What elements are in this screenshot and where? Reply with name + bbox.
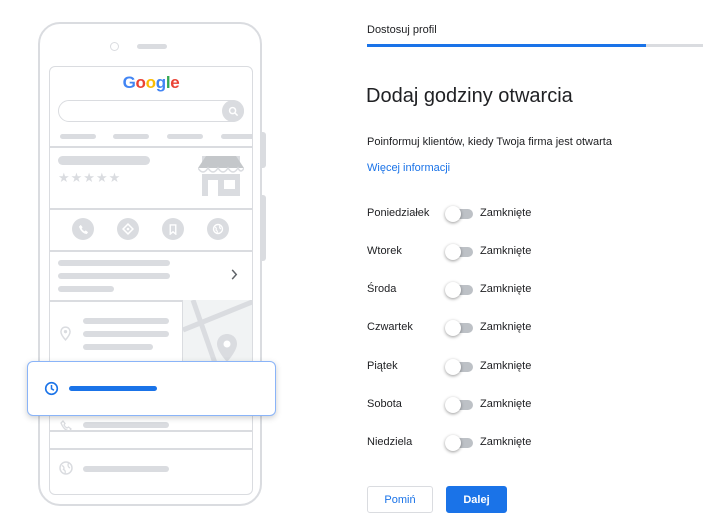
placeholder-line: [83, 318, 169, 324]
toggle-knob: [445, 397, 461, 413]
bookmark-icon: [162, 218, 184, 240]
logo-letter: g: [155, 73, 166, 92]
day-row-monday: Poniedziałek Zamknięte: [367, 203, 707, 225]
day-status: Zamknięte: [480, 321, 532, 333]
day-row-sunday: Niedziela Zamknięte: [367, 432, 707, 454]
phone-side-button: [261, 195, 266, 261]
day-toggle-switch[interactable]: [445, 206, 473, 222]
placeholder-line: [58, 273, 170, 279]
storefront-icon: [197, 154, 245, 203]
illustration-tab: [167, 134, 203, 139]
day-toggle-switch[interactable]: [445, 320, 473, 336]
day-label: Wtorek: [367, 245, 402, 257]
phone-side-button: [261, 132, 266, 168]
chevron-right-icon: [230, 267, 238, 285]
progress-fill: [367, 44, 646, 47]
search-icon: [222, 100, 244, 122]
globe-icon: [59, 461, 73, 480]
day-label: Sobota: [367, 398, 402, 410]
divider: [50, 208, 252, 210]
day-status: Zamknięte: [480, 436, 532, 448]
illustration-search-bar: [58, 100, 244, 122]
placeholder-line: [58, 286, 114, 292]
toggle-knob: [445, 206, 461, 222]
day-status: Zamknięte: [480, 245, 532, 257]
illustration-tab: [221, 134, 252, 139]
speaker-grille: [137, 44, 167, 49]
day-label: Poniedziałek: [367, 207, 430, 219]
day-toggle-switch[interactable]: [445, 397, 473, 413]
hours-placeholder-line: [69, 386, 157, 391]
skip-button[interactable]: Pomiń: [367, 486, 433, 513]
phone-illustration: Google ★★★★★: [38, 22, 262, 506]
location-pin-icon: [60, 326, 71, 346]
placeholder-line: [83, 422, 169, 428]
toggle-knob: [445, 320, 461, 336]
phone-icon: [60, 419, 72, 437]
day-label: Środa: [367, 283, 397, 295]
rating-stars-icon: ★★★★★: [58, 170, 122, 185]
day-toggle-switch[interactable]: [445, 435, 473, 451]
day-toggle-switch[interactable]: [445, 282, 473, 298]
divider: [50, 146, 252, 148]
day-label: Czwartek: [367, 321, 413, 333]
placeholder-line: [83, 344, 153, 350]
day-row-wednesday: Środa Zamknięte: [367, 279, 707, 301]
hours-highlight-card: [27, 361, 276, 416]
next-button[interactable]: Dalej: [446, 486, 507, 513]
day-row-thursday: Czwartek Zamknięte: [367, 317, 707, 339]
day-status: Zamknięte: [480, 283, 532, 295]
toggle-knob: [445, 244, 461, 260]
progress-bar: [367, 44, 703, 47]
camera-icon: [110, 42, 119, 51]
logo-letter: G: [122, 73, 136, 92]
logo-letter: o: [145, 73, 156, 92]
logo-letter: e: [170, 73, 180, 92]
day-toggle-switch[interactable]: [445, 359, 473, 375]
step-title: Dostosuj profil: [367, 24, 437, 36]
placeholder-line: [58, 260, 170, 266]
day-row-friday: Piątek Zamknięte: [367, 356, 707, 378]
logo-letter: o: [135, 73, 146, 92]
divider: [50, 448, 252, 450]
website-icon: [207, 218, 229, 240]
illustration-tab: [60, 134, 96, 139]
day-row-saturday: Sobota Zamknięte: [367, 394, 707, 416]
more-info-link[interactable]: Więcej informacji: [367, 162, 450, 174]
divider: [50, 430, 252, 432]
clock-icon: [44, 381, 59, 401]
day-label: Niedziela: [367, 436, 413, 448]
day-status: Zamknięte: [480, 398, 532, 410]
day-label: Piątek: [367, 360, 398, 372]
toggle-knob: [445, 435, 461, 451]
day-status: Zamknięte: [480, 360, 532, 372]
directions-icon: [117, 218, 139, 240]
google-logo: Google: [50, 73, 252, 93]
placeholder-title: [58, 156, 150, 165]
day-toggle-switch[interactable]: [445, 244, 473, 260]
toggle-knob: [445, 282, 461, 298]
day-status: Zamknięte: [480, 207, 532, 219]
divider: [50, 250, 252, 252]
toggle-knob: [445, 359, 461, 375]
illustration-tab: [113, 134, 149, 139]
day-row-tuesday: Wtorek Zamknięte: [367, 241, 707, 263]
page-subtitle: Poinformuj klientów, kiedy Twoja firma j…: [367, 136, 612, 148]
placeholder-line: [83, 466, 169, 472]
page-title: Dodaj godziny otwarcia: [366, 85, 573, 107]
phone-screen: Google ★★★★★: [49, 66, 253, 495]
phone-icon: [72, 218, 94, 240]
placeholder-line: [83, 331, 169, 337]
